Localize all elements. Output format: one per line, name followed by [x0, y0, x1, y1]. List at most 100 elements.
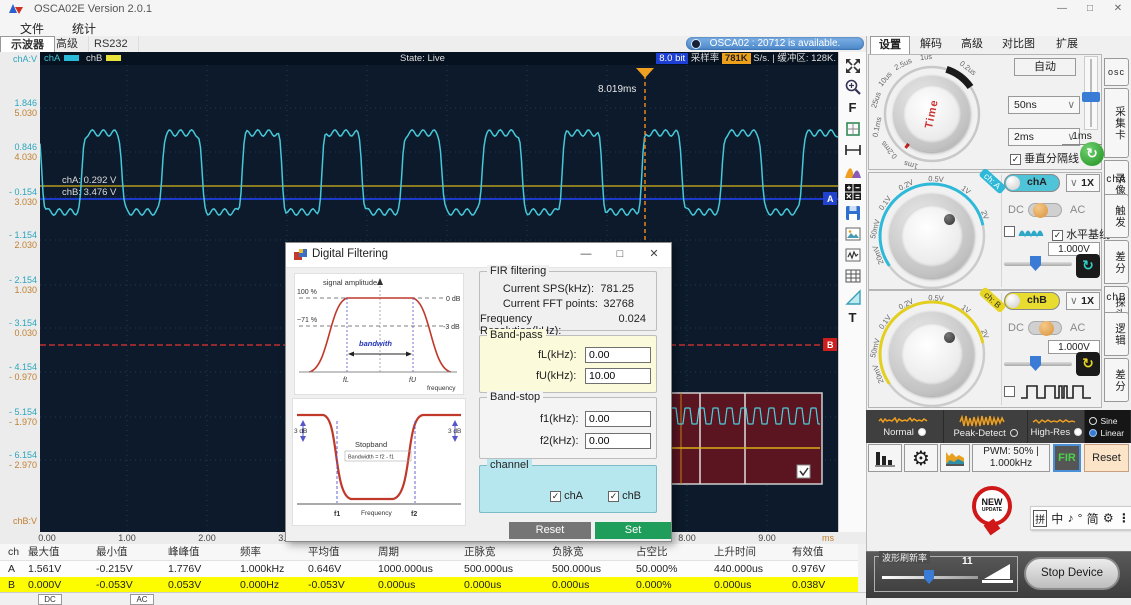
y-axis-label-chA: chA:V [0, 54, 37, 64]
dialog-chA-checkbox[interactable]: ✓ chA [550, 490, 583, 502]
overview-checkbox[interactable] [797, 465, 810, 478]
math-operations-icon[interactable] [842, 182, 864, 201]
zoom-in-icon[interactable] [842, 77, 864, 96]
panel-tab-compare[interactable]: 对比图 [994, 36, 1043, 53]
chA-probe-dropdown[interactable]: ∨1X [1066, 174, 1100, 192]
overview-window[interactable] [668, 393, 822, 484]
ime-sound-icon[interactable]: ♪ [1067, 511, 1073, 525]
xtick: 9.00 [758, 533, 776, 543]
horizontal-measure-icon[interactable] [842, 140, 864, 159]
spectrogram-button[interactable] [940, 444, 970, 472]
sidetab-osc[interactable]: osc [1104, 58, 1129, 86]
pwm-button[interactable]: PWM: 50% | 1.000kHz [972, 444, 1050, 472]
expand-arrows-icon[interactable] [842, 56, 864, 75]
sidetab-trigger[interactable]: 触发 [1104, 194, 1129, 238]
chA-refresh-icon[interactable]: ↻ [1076, 254, 1100, 278]
close-button[interactable]: ✕ [1104, 0, 1131, 17]
set-square-icon[interactable] [842, 287, 864, 306]
xtick: 0.00 [38, 533, 56, 543]
f1-input[interactable] [585, 411, 651, 427]
time-slider-handle[interactable] [1082, 92, 1100, 102]
samplerate-label: 采样率 [691, 53, 720, 64]
chB-toggle[interactable]: chB [1004, 292, 1060, 310]
sidetab-differential-b[interactable]: 差分 [1104, 358, 1129, 402]
sidetab-capture-card[interactable]: 采集卡 [1104, 88, 1129, 158]
interp-linear[interactable]: Linear [1089, 428, 1124, 438]
sidetab-chB-label: chB [1104, 292, 1129, 310]
stop-device-button[interactable]: Stop Device [1024, 557, 1120, 590]
tab-advanced[interactable]: 高级 [46, 36, 89, 52]
interpolation-selector[interactable]: Sine Linear [1085, 410, 1131, 443]
ime-more-icon[interactable]: ⋮ [1118, 511, 1130, 525]
histogram-button[interactable] [868, 444, 902, 472]
timebase-dropdown[interactable]: 50ns∨ [1008, 96, 1080, 114]
table-row-chA[interactable]: A1.561V-0.215V1.776V1.000kHz0.646V1000.0… [0, 561, 858, 577]
waveform-export-icon[interactable] [842, 245, 864, 264]
dialog-reset-button[interactable]: Reset [509, 522, 591, 539]
maximize-button[interactable]: □ [1076, 0, 1104, 17]
trigger-marker-icon[interactable] [636, 68, 654, 78]
ime-pinyin[interactable]: 拼 [1033, 510, 1047, 527]
panel-tab-advanced[interactable]: 高级 [953, 36, 991, 53]
panel-reset-button[interactable]: Reset [1084, 444, 1129, 472]
digital-wave-checkbox[interactable] [1004, 386, 1015, 397]
auto-button[interactable]: 自动 [1014, 58, 1076, 76]
tab-rs232[interactable]: RS232 [84, 36, 139, 52]
f2-input[interactable] [585, 433, 651, 449]
dialog-chB-checkbox[interactable]: ✓ chB [608, 490, 641, 502]
chB-knob-face[interactable] [901, 323, 963, 385]
sidetab-logic[interactable]: 逻辑 [1104, 312, 1129, 356]
mode-high-res[interactable]: High-Res [1028, 410, 1085, 443]
ime-simplified[interactable]: 简 [1087, 510, 1099, 527]
fir-button[interactable]: FIR [1053, 444, 1081, 472]
chA-baseline-checkbox[interactable]: ✓ 水平基线 [1052, 226, 1110, 242]
badge-line2: UPDATE [976, 507, 1008, 513]
text-annotation-icon[interactable]: T [842, 308, 864, 327]
dialog-close-button[interactable]: ✕ [637, 243, 671, 266]
grid-frame-icon[interactable] [842, 119, 864, 138]
svg-text:3 dB: 3 dB [448, 428, 461, 435]
dialog-minimize-button[interactable]: — [569, 243, 603, 266]
chevron-down-icon: ∨ [1070, 175, 1078, 191]
mode-normal[interactable]: Normal [866, 410, 944, 443]
chA-coupling-toggle[interactable] [1028, 203, 1062, 217]
chB-refresh-icon[interactable]: ↻ [1076, 352, 1100, 376]
fu-input[interactable] [585, 368, 651, 384]
menu-statistics[interactable]: 统计 [66, 20, 102, 37]
dialog-maximize-button[interactable]: □ [603, 243, 637, 266]
chB-coupling-toggle[interactable] [1028, 321, 1062, 335]
chA-knob-face[interactable] [901, 205, 963, 267]
digital-filtering-dialog[interactable]: Digital Filtering — □ ✕ signal amplitude… [285, 242, 672, 542]
fft-f-icon[interactable]: F [842, 98, 864, 117]
chB-probe-dropdown[interactable]: ∨1X [1066, 292, 1100, 310]
ac-indicator[interactable]: AC [130, 594, 154, 605]
bandpass-group: Band-pass fL(kHz): fU(kHz): [479, 335, 657, 393]
dc-indicator[interactable]: DC [38, 594, 62, 605]
panel-tab-settings[interactable]: 设置 [870, 36, 910, 54]
dialog-set-button[interactable]: Set [595, 522, 671, 539]
chA-wave-checkbox[interactable] [1004, 226, 1015, 237]
ime-toolbar[interactable]: 拼 中 ♪ ° 简 ⚙ ⋮ [1030, 506, 1131, 530]
save-icon[interactable] [842, 203, 864, 222]
data-table-icon[interactable] [842, 266, 864, 285]
ime-lang[interactable]: 中 [1051, 510, 1063, 527]
fft-spectrum-icon[interactable] [842, 161, 864, 180]
interp-sine[interactable]: Sine [1089, 416, 1117, 426]
panel-tab-decode[interactable]: 解码 [912, 36, 950, 53]
ytick: - 5.154 [0, 407, 37, 417]
ime-punct[interactable]: ° [1078, 511, 1083, 525]
sidetab-differential-a[interactable]: 差分 [1104, 240, 1129, 284]
refresh-icon[interactable]: ↻ [1080, 142, 1104, 166]
screenshot-icon[interactable] [842, 224, 864, 243]
settings-button[interactable]: ⚙ [904, 444, 938, 472]
panel-tab-extend[interactable]: 扩展 [1048, 36, 1086, 53]
chA-toggle[interactable]: chA [1004, 174, 1060, 192]
window-time-value: 2ms [1014, 131, 1034, 143]
mode-peak-detect[interactable]: Peak-Detect [944, 410, 1028, 443]
minimize-button[interactable]: — [1048, 0, 1076, 17]
table-row-chB[interactable]: B0.000V-0.053V0.053V0.000Hz-0.053V0.000u… [0, 577, 858, 593]
fl-input[interactable] [585, 347, 651, 363]
ime-gear-icon[interactable]: ⚙ [1103, 511, 1114, 525]
vsep-checkbox[interactable]: ✓ 垂直分隔线 [1010, 150, 1079, 166]
menu-file[interactable]: 文件 [14, 20, 50, 37]
